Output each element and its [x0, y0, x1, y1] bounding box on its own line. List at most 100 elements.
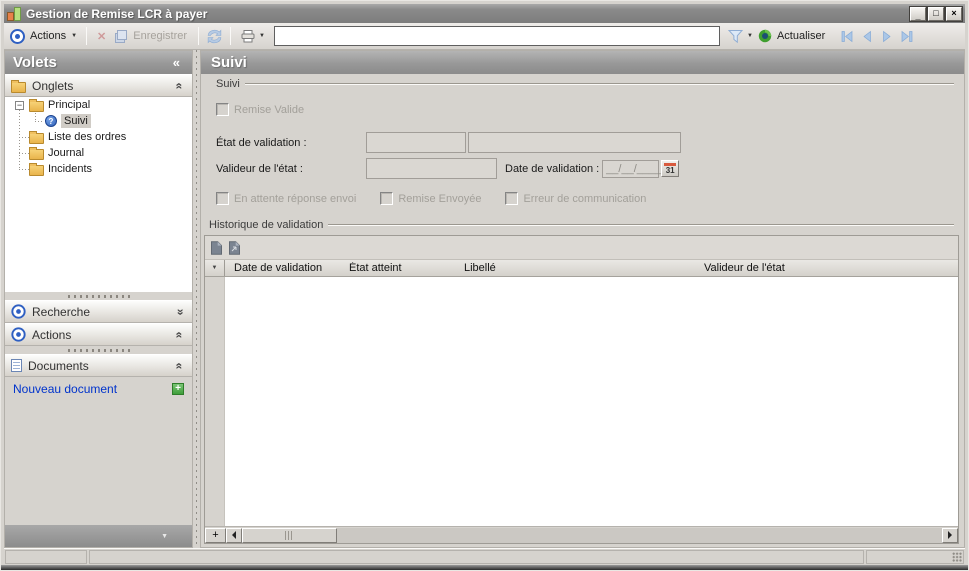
- statusbar-panel-middle: [89, 550, 864, 564]
- scroll-left-button[interactable]: [226, 527, 242, 543]
- date-validation-field[interactable]: __/__/____: [602, 159, 661, 178]
- tree-item-suivi[interactable]: ? Suivi: [5, 113, 192, 129]
- valideur-etat-label: Valideur de l'état :: [216, 162, 303, 175]
- add-row-button[interactable]: +: [205, 527, 226, 543]
- main-title: Suivi: [211, 54, 247, 71]
- print-button[interactable]: ▼: [238, 29, 267, 44]
- tree-item-principal[interactable]: − Principal: [5, 97, 192, 113]
- vertical-splitter[interactable]: [193, 50, 200, 548]
- app-icon: [7, 6, 21, 21]
- sidebar-splitter[interactable]: [5, 346, 192, 354]
- sidebar-splitter[interactable]: [5, 292, 192, 300]
- remise-valide-checkbox[interactable]: [216, 103, 229, 116]
- save-button-label: Enregistrer: [133, 30, 188, 42]
- actions-menu-label: Actions: [30, 30, 67, 42]
- attente-reponse-checkbox[interactable]: [216, 192, 229, 205]
- save-button[interactable]: Enregistrer: [112, 29, 191, 44]
- scrollbar-thumb[interactable]: [242, 527, 337, 543]
- save-icon: [115, 29, 128, 43]
- refresh-icon: [758, 29, 772, 43]
- window-bottom-edge: [1, 565, 968, 570]
- statusbar: [4, 548, 965, 565]
- remise-envoyee-label: Remise Envoyée: [398, 192, 482, 205]
- group-line: [244, 83, 954, 85]
- collapse-panel-icon[interactable]: «: [173, 55, 184, 70]
- tree-item-journal[interactable]: Journal: [5, 145, 192, 161]
- chevron-down-icon: ▼: [259, 33, 265, 39]
- sidebar-header: Volets «: [5, 51, 192, 74]
- sidebar-footer[interactable]: ▼: [5, 525, 192, 547]
- folder-icon: [11, 79, 26, 93]
- erreur-communication-label: Erreur de communication: [523, 192, 647, 205]
- actions-menu-button[interactable]: Actions ▼: [8, 28, 79, 45]
- search-input[interactable]: [274, 26, 720, 46]
- titlebar: Gestion de Remise LCR à payer _ □ ×: [4, 4, 965, 23]
- column-header-valideur-etat[interactable]: Valideur de l'état: [695, 262, 958, 274]
- group-suivi-label: Suivi: [216, 78, 240, 90]
- remise-valide-label: Remise Valide: [234, 103, 305, 116]
- statusbar-panel-right: [866, 550, 964, 564]
- chevron-double-up-icon[interactable]: «: [173, 328, 187, 341]
- chevron-double-up-icon[interactable]: «: [173, 79, 187, 92]
- valideur-etat-field[interactable]: [366, 158, 497, 179]
- etat-validation-code-field[interactable]: [366, 132, 466, 153]
- nav-next-icon[interactable]: [880, 30, 894, 43]
- refresh-button-label: Actualiser: [776, 30, 826, 42]
- bullseye-icon: [10, 28, 25, 44]
- remise-envoyee-checkbox[interactable]: [380, 192, 394, 205]
- minimize-button[interactable]: _: [910, 6, 926, 21]
- sidebar-section-documents[interactable]: Documents «: [5, 354, 192, 377]
- chevron-double-down-icon[interactable]: «: [173, 305, 187, 318]
- tree-item-liste-des-ordres[interactable]: Liste des ordres: [5, 129, 192, 145]
- printer-icon: [241, 29, 255, 42]
- grid-body[interactable]: [205, 277, 958, 526]
- column-header-libelle[interactable]: Libellé: [455, 262, 695, 274]
- app-window: Gestion de Remise LCR à payer _ □ × Acti…: [0, 0, 969, 571]
- erreur-communication-checkbox[interactable]: [505, 192, 519, 205]
- folder-icon: [29, 163, 44, 176]
- folder-icon: [29, 131, 44, 144]
- main-panel: Suivi Suivi Remise Valide État de valida…: [200, 50, 965, 548]
- column-header-date-validation[interactable]: Date de validation: [225, 262, 340, 274]
- nav-previous-icon[interactable]: [860, 30, 874, 43]
- grid-indicator-column: [205, 277, 225, 526]
- chevron-down-icon: ▼: [71, 33, 78, 39]
- etat-validation-text-field[interactable]: [468, 132, 681, 153]
- sidebar-section-actions[interactable]: Actions «: [5, 323, 192, 346]
- resize-grip[interactable]: [952, 552, 962, 562]
- new-document-link[interactable]: Nouveau document: [13, 382, 172, 396]
- sidebar-volets: Volets « Onglets « − Principal ? Suivi L…: [4, 50, 193, 548]
- scroll-right-button[interactable]: [942, 527, 958, 543]
- close-button[interactable]: ×: [946, 6, 962, 21]
- calendar-icon[interactable]: 31: [661, 160, 680, 177]
- etat-validation-label: État de validation :: [216, 136, 307, 149]
- sidebar-section-recherche[interactable]: Recherche «: [5, 300, 192, 323]
- horizontal-scrollbar[interactable]: [242, 527, 942, 543]
- toolbar-separator: [86, 27, 88, 45]
- chevron-down-icon[interactable]: ▼: [747, 33, 753, 39]
- expander-icon[interactable]: −: [15, 100, 24, 110]
- maximize-button[interactable]: □: [928, 6, 944, 21]
- add-document-icon[interactable]: +: [172, 383, 184, 395]
- grid-toolbar: [205, 236, 958, 260]
- column-header-etat-atteint[interactable]: État atteint: [340, 262, 455, 274]
- export-page-icon[interactable]: [210, 240, 223, 255]
- date-validation-label: Date de validation :: [505, 162, 600, 175]
- group-historique-label: Historique de validation: [209, 219, 324, 231]
- sidebar-section-onglets[interactable]: Onglets «: [5, 74, 192, 97]
- nav-last-icon[interactable]: [900, 30, 914, 43]
- nav-first-icon[interactable]: [840, 30, 854, 43]
- row-indicator-dropdown[interactable]: ▼: [205, 260, 225, 276]
- grid-scroll-row: +: [205, 526, 958, 543]
- tree-item-incidents[interactable]: Incidents: [5, 161, 192, 177]
- sync-icon[interactable]: [206, 29, 223, 44]
- delete-icon[interactable]: ✕: [94, 30, 109, 43]
- attente-reponse-label: En attente réponse envoi: [234, 192, 357, 205]
- filter-icon[interactable]: [727, 29, 744, 44]
- suivi-form: Suivi Remise Valide État de validation :…: [201, 74, 964, 205]
- chevron-double-up-icon[interactable]: «: [173, 359, 187, 372]
- export-page-arrow-icon[interactable]: [228, 240, 241, 255]
- refresh-button[interactable]: Actualiser: [756, 28, 829, 44]
- chevron-down-icon: ▼: [161, 532, 168, 540]
- sidebar-empty-area: [5, 401, 192, 525]
